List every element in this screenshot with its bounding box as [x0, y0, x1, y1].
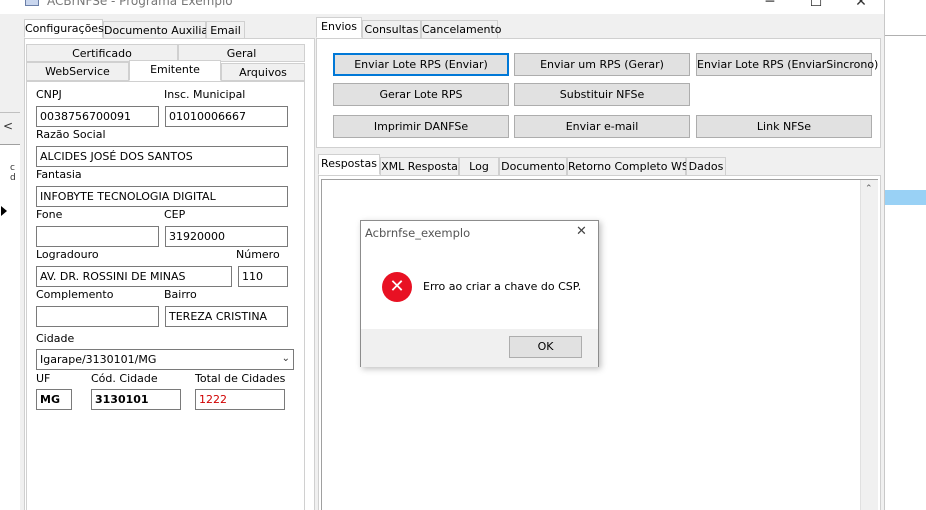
- tab-arquivos[interactable]: Arquivos: [221, 63, 305, 81]
- tab-cancelamento[interactable]: Cancelamento: [421, 20, 502, 39]
- complemento-field[interactable]: [36, 306, 159, 327]
- logradouro-field[interactable]: AV. DR. ROSSINI DE MINAS: [36, 266, 232, 287]
- app-icon: [25, 0, 39, 6]
- tab-documento[interactable]: Documento: [499, 157, 567, 176]
- link-nfse-button[interactable]: Link NFSe: [696, 115, 872, 138]
- tab-log[interactable]: Log: [459, 157, 499, 176]
- cod-cidade-label: Cód. Cidade: [91, 372, 158, 385]
- dialog-footer: OK: [361, 329, 598, 367]
- gerar-lote-rps-button[interactable]: Gerar Lote RPS: [333, 83, 509, 106]
- vertical-scrollbar[interactable]: ⌃: [860, 180, 878, 510]
- ok-button[interactable]: OK: [509, 336, 582, 358]
- enviar-email-button[interactable]: Enviar e-mail: [514, 115, 690, 138]
- tab-consultas[interactable]: Consultas: [362, 20, 421, 39]
- selected-row: [885, 190, 926, 205]
- envios-panel: Enviar Lote RPS (Enviar) Enviar um RPS (…: [316, 38, 881, 148]
- divider: [885, 35, 926, 36]
- insc-municipal-field[interactable]: 01010006667: [165, 106, 288, 127]
- maximize-icon[interactable]: ☐: [806, 0, 826, 12]
- fantasia-label: Fantasia: [36, 168, 82, 181]
- tab-emitente[interactable]: Emitente: [129, 60, 221, 81]
- fone-field[interactable]: [36, 226, 159, 247]
- dialog-title: Acbrnfse_exemplo: [365, 226, 471, 240]
- total-cidades-field: 1222: [195, 389, 285, 410]
- dialog-close-icon[interactable]: ✕: [576, 224, 587, 239]
- background-window-left: < c d: [0, 14, 20, 510]
- chevron-down-icon[interactable]: ⌄: [282, 351, 290, 366]
- imprimir-danfse-button[interactable]: Imprimir DANFSe: [333, 115, 509, 138]
- minimize-icon[interactable]: ─: [760, 0, 780, 12]
- bairro-field[interactable]: TEREZA CRISTINA: [165, 306, 288, 327]
- close-icon[interactable]: ✕: [851, 0, 871, 12]
- tab-webservice[interactable]: WebService: [26, 62, 129, 81]
- tab-retorno-completo-ws[interactable]: Retorno Completo WS: [567, 157, 689, 176]
- tab-xml-resposta[interactable]: XML Resposta: [380, 157, 459, 176]
- total-cidades-label: Total de Cidades: [195, 372, 286, 385]
- cidade-selected-value: Igarape/3130101/MG: [40, 353, 157, 366]
- background-grid: c d: [0, 144, 20, 510]
- row-indicator-icon: [1, 206, 7, 216]
- emitente-panel: CNPJ 0038756700091 Insc. Municipal 01010…: [26, 81, 305, 510]
- cod-cidade-field[interactable]: 3130101: [91, 389, 181, 410]
- configuracoes-panel: Certificado Geral WebService Emitente Ar…: [24, 38, 315, 510]
- background-text: c d: [10, 163, 16, 183]
- background-window: [884, 0, 926, 510]
- scroll-left-icon[interactable]: <: [3, 119, 13, 133]
- error-glyph: ✕: [389, 276, 405, 297]
- numero-field[interactable]: 110: [238, 266, 288, 287]
- substituir-nfse-button[interactable]: Substituir NFSe: [514, 83, 690, 106]
- tab-envios[interactable]: Envios: [316, 17, 362, 38]
- enviar-lote-rps-button[interactable]: Enviar Lote RPS (Enviar): [333, 53, 509, 76]
- cep-label: CEP: [164, 208, 186, 221]
- enviar-um-rps-button[interactable]: Enviar um RPS (Gerar): [514, 53, 690, 76]
- uf-field[interactable]: MG: [36, 389, 72, 410]
- cnpj-field[interactable]: 0038756700091: [36, 106, 159, 127]
- cidade-label: Cidade: [36, 332, 75, 345]
- window-title: ACBrNFSe - Programa Exemplo: [47, 0, 233, 8]
- enviar-lote-sincrono-button[interactable]: Enviar Lote RPS (EnviarSincrono): [696, 53, 878, 76]
- cep-field[interactable]: 31920000: [165, 226, 288, 247]
- uf-label: UF: [36, 372, 51, 385]
- divider: [0, 112, 20, 113]
- complemento-label: Complemento: [36, 288, 114, 301]
- im-label: Insc. Municipal: [164, 88, 246, 101]
- tab-dados[interactable]: Dados: [686, 157, 726, 176]
- cnpj-label: CNPJ: [36, 88, 62, 101]
- fone-label: Fone: [36, 208, 63, 221]
- dialog-message: Erro ao criar a chave do CSP.: [423, 280, 582, 293]
- logradouro-label: Logradouro: [36, 248, 99, 261]
- razao-social-field[interactable]: ALCIDES JOSÉ DOS SANTOS: [36, 146, 288, 167]
- razao-social-label: Razão Social: [36, 128, 106, 141]
- cidade-select[interactable]: Igarape/3130101/MG ⌄: [36, 349, 294, 370]
- scroll-up-icon[interactable]: ⌃: [865, 184, 873, 194]
- tab-respostas[interactable]: Respostas: [318, 154, 380, 175]
- numero-label: Número: [236, 248, 280, 261]
- error-icon: ✕: [382, 272, 412, 302]
- tab-configuracoes[interactable]: Configurações: [24, 19, 104, 38]
- bairro-label: Bairro: [164, 288, 197, 301]
- title-bar: ACBrNFSe - Programa Exemplo ─ ☐ ✕: [0, 0, 884, 14]
- fantasia-field[interactable]: INFOBYTE TECNOLOGIA DIGITAL: [36, 186, 288, 207]
- error-dialog: Acbrnfse_exemplo ✕ ✕ Erro ao criar a cha…: [360, 220, 599, 367]
